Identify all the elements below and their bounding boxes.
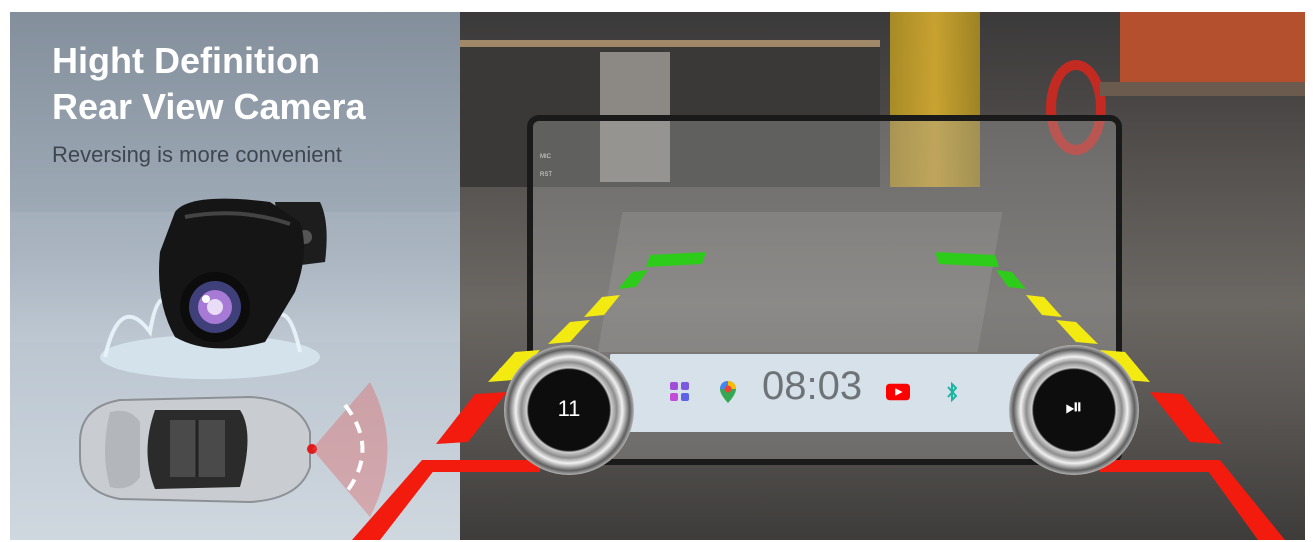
guide-right-yellow-1 [1026, 295, 1062, 317]
guide-left-green-top [646, 252, 706, 267]
guide-right-red-1 [1150, 392, 1222, 444]
guide-left-red-1 [436, 392, 507, 444]
left-knob-value: 11 [557, 396, 581, 421]
guide-right-red-2 [1200, 460, 1285, 540]
play-pause-icon: ⏯ [1065, 394, 1083, 419]
banner-image: Hight Definition Rear View Camera Revers… [10, 12, 1305, 540]
guide-left-yellow-1 [584, 295, 620, 317]
guide-left-green [618, 270, 648, 289]
guide-right-green [996, 270, 1026, 289]
guide-left-yellow-2 [548, 320, 590, 344]
guide-right-green-top [935, 252, 999, 267]
guide-left-red-2 [352, 460, 442, 540]
guide-right-yellow-2 [1056, 320, 1098, 344]
